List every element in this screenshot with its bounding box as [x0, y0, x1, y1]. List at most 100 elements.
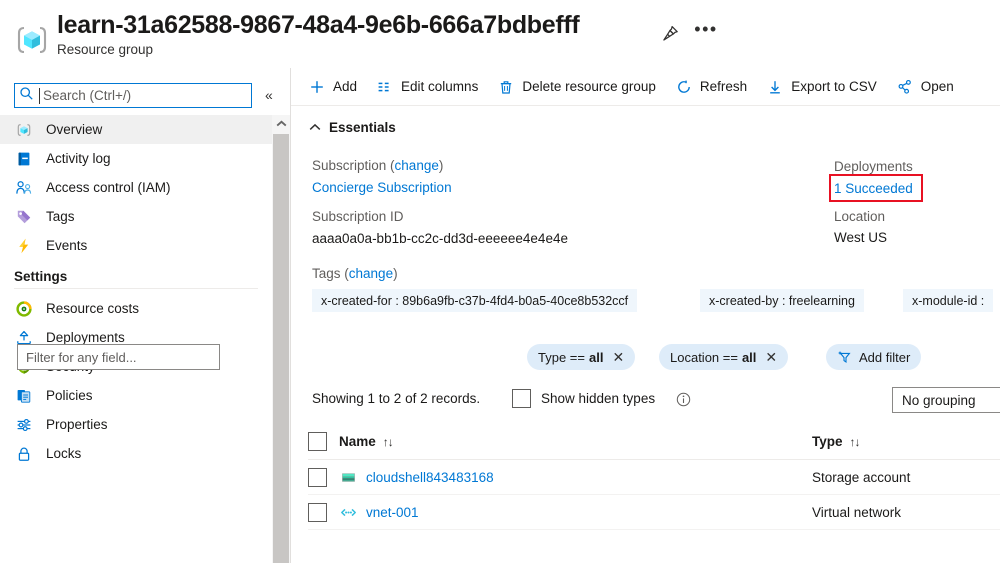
- sidebar-item-properties[interactable]: Properties: [0, 410, 272, 439]
- sidebar-nav-scroll-region: Overview Activity log Access control (IA…: [0, 115, 290, 563]
- virtual-network-icon: [339, 503, 357, 521]
- table-header-row: Name ↑↓ Type ↑↓: [308, 424, 1000, 460]
- subscription-id-label: Subscription ID: [312, 209, 404, 224]
- sort-icon[interactable]: ↑↓: [850, 435, 861, 449]
- delete-resource-group-button[interactable]: Delete resource group: [497, 73, 656, 101]
- toolbar-label: Add: [333, 79, 358, 94]
- refresh-button[interactable]: Refresh: [675, 73, 747, 101]
- select-all-checkbox[interactable]: [308, 432, 327, 451]
- sidebar-item-policies[interactable]: Policies: [0, 381, 272, 410]
- sidebar-group-settings: Settings: [14, 269, 68, 284]
- storage-account-icon: [339, 468, 357, 486]
- sidebar-item-overview[interactable]: Overview: [0, 115, 272, 144]
- column-header-name[interactable]: Name ↑↓: [339, 434, 394, 449]
- add-filter-funnel-icon: [837, 349, 853, 365]
- plus-icon: [308, 78, 326, 96]
- sidebar-item-label: Locks: [46, 446, 82, 461]
- activity-log-icon: [14, 149, 34, 169]
- toolbar-label: Edit columns: [401, 79, 479, 94]
- subscription-value-link[interactable]: Concierge Subscription: [312, 180, 452, 195]
- location-label: Location: [834, 209, 886, 224]
- close-icon[interactable]: ✕: [765, 350, 777, 364]
- show-hidden-types-checkbox[interactable]: [512, 389, 531, 408]
- search-icon: [19, 86, 34, 106]
- row-name-cell: cloudshell843483168: [339, 468, 494, 486]
- sidebar-item-label: Overview: [46, 122, 103, 137]
- toolbar-divider: [291, 105, 1000, 106]
- export-to-csv-button[interactable]: Export to CSV: [766, 73, 877, 101]
- sidebar-item-resource-costs[interactable]: Resource costs: [0, 294, 272, 323]
- sidebar-item-locks[interactable]: Locks: [0, 439, 272, 468]
- add-button[interactable]: Add: [308, 73, 357, 101]
- sidebar-item-events[interactable]: Events: [0, 231, 272, 260]
- sidebar-item-label: Resource costs: [46, 301, 140, 316]
- deployments-label: Deployments: [834, 159, 913, 174]
- page-title: learn-31a62588-9867-48a4-9e6b-666a7bdbef…: [57, 11, 580, 39]
- toolbar-label: Refresh: [699, 79, 748, 94]
- search-input[interactable]: Search (Ctrl+/): [14, 83, 252, 108]
- tag-chip[interactable]: x-created-by : freelearning: [700, 289, 864, 312]
- info-icon[interactable]: [676, 392, 691, 407]
- lightning-bolt-icon: [14, 236, 34, 256]
- search-placeholder: Search (Ctrl+/): [39, 87, 131, 104]
- open-query-icon: [896, 78, 914, 96]
- pill-value: all: [741, 349, 757, 365]
- open-query-button[interactable]: Open: [896, 73, 954, 101]
- row-type-cell: Virtual network: [812, 505, 901, 520]
- table-row[interactable]: cloudshell843483168 Storage account: [308, 460, 1000, 495]
- chevron-up-icon[interactable]: [272, 115, 290, 132]
- records-count-text: Showing 1 to 2 of 2 records.: [312, 391, 481, 406]
- sidebar-nav-list: Overview Activity log Access control (IA…: [0, 115, 272, 468]
- toolbar-label: Open: [920, 79, 954, 94]
- sidebar-scrollbar-thumb[interactable]: [273, 134, 289, 563]
- sidebar-item-label: Properties: [46, 417, 108, 432]
- title-block: learn-31a62588-9867-48a4-9e6b-666a7bdbef…: [57, 10, 580, 59]
- sidebar-item-label: Access control (IAM): [46, 180, 171, 195]
- sidebar-item-activity-log[interactable]: Activity log: [0, 144, 272, 173]
- pin-icon[interactable]: [658, 21, 682, 45]
- page-header: learn-31a62588-9867-48a4-9e6b-666a7bdbef…: [0, 0, 1000, 68]
- sidebar-item-label: Tags: [46, 209, 75, 224]
- grouping-dropdown[interactable]: No grouping: [892, 387, 1000, 413]
- tag-chip[interactable]: x-module-id :: [903, 289, 994, 312]
- sort-icon[interactable]: ↑↓: [383, 435, 394, 449]
- toolbar-label: Delete resource group: [522, 79, 656, 94]
- tags-change-link[interactable]: change: [349, 266, 393, 281]
- essentials-title: Essentials: [329, 120, 396, 135]
- table-row[interactable]: vnet-001 Virtual network: [308, 495, 1000, 530]
- add-filter-button[interactable]: Add filter: [826, 344, 922, 370]
- tag-icon: [14, 207, 34, 227]
- sidebar-item-tags[interactable]: Tags: [0, 202, 272, 231]
- more-options-icon[interactable]: •••: [694, 20, 718, 45]
- resources-table: Name ↑↓ Type ↑↓ cloudshell843483168 Stor…: [308, 424, 1000, 530]
- resource-type-text: Storage account: [812, 469, 911, 485]
- edit-columns-button[interactable]: Edit columns: [376, 73, 478, 101]
- row-checkbox[interactable]: [308, 467, 327, 487]
- sidebar-item-access-control[interactable]: Access control (IAM): [0, 173, 272, 202]
- subscription-change-link[interactable]: change: [395, 158, 439, 173]
- resource-type-text: Virtual network: [812, 504, 902, 520]
- access-control-people-icon: [14, 178, 34, 198]
- row-checkbox[interactable]: [308, 502, 327, 522]
- collapse-sidebar-icon[interactable]: «: [265, 87, 273, 103]
- resource-name-link[interactable]: vnet-001: [366, 505, 419, 520]
- search-container: Search (Ctrl+/): [14, 83, 252, 108]
- location-value: West US: [834, 230, 888, 245]
- column-header-type[interactable]: Type ↑↓: [812, 434, 861, 449]
- essentials-section-header[interactable]: Essentials: [308, 120, 396, 135]
- filter-field-input[interactable]: Filter for any field...: [17, 344, 220, 370]
- sidebar-item-label: Events: [46, 238, 88, 253]
- sidebar-item-label: Deployments: [46, 330, 125, 345]
- filter-pill-location[interactable]: Location == all ✕: [659, 344, 789, 370]
- resource-group-cube-icon: [11, 19, 53, 61]
- filter-pill-type[interactable]: Type == all ✕: [527, 344, 636, 370]
- close-icon[interactable]: ✕: [612, 350, 624, 364]
- pill-prefix: Type ==: [538, 349, 585, 365]
- sidebar-divider: [14, 288, 258, 289]
- resource-group-cube-icon: [14, 120, 34, 140]
- toolbar-label: Export to CSV: [791, 79, 877, 94]
- tag-chip[interactable]: x-created-for : 89b6a9fb-c37b-4fd4-b0a5-…: [312, 289, 638, 312]
- show-hidden-types-label: Show hidden types: [541, 391, 656, 406]
- resource-name-link[interactable]: cloudshell843483168: [366, 470, 494, 485]
- command-toolbar: Add Edit columns Delete resource group R…: [291, 68, 1000, 105]
